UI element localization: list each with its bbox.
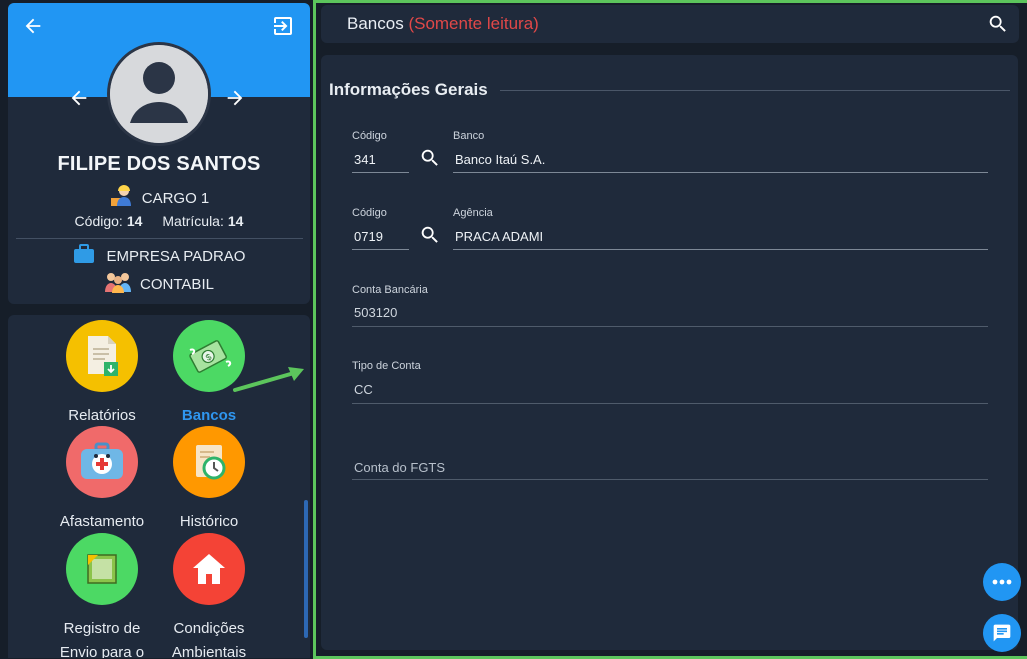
next-profile-arrow-icon[interactable]: [224, 87, 246, 109]
medical-kit-icon: [66, 426, 138, 498]
menu-tile-afastamento[interactable]: Afastamento: [47, 426, 157, 534]
setor-label: CONTABIL: [140, 275, 214, 293]
banco-label: Banco: [453, 130, 485, 142]
profile-card: FILIPE DOS SANTOS CARGO 1 Código: 14 Mat…: [8, 3, 310, 304]
tipo-conta-label: Tipo de Conta: [352, 360, 421, 372]
more-options-button[interactable]: [983, 563, 1021, 601]
page-title-text: Bancos: [347, 14, 404, 33]
agencia-codigo-field[interactable]: 0719: [354, 229, 383, 244]
tipo-conta-field[interactable]: CC: [354, 382, 373, 397]
menu-tile-relatorios[interactable]: Relatórios: [47, 320, 157, 428]
back-arrow-icon[interactable]: [22, 15, 44, 37]
profile-divider: [16, 238, 303, 239]
codigo-label: Código:: [74, 213, 123, 229]
note-icon: [66, 533, 138, 605]
worker-icon: [109, 184, 135, 212]
menu-scrollbar-thumb[interactable]: [304, 500, 308, 638]
banco-underline: [453, 172, 988, 173]
matricula-value: 14: [227, 213, 244, 229]
cargo-label: CARGO 1: [141, 189, 210, 207]
conta-bancaria-label: Conta Bancária: [352, 284, 428, 296]
page-title: Bancos (Somente leitura): [347, 14, 539, 34]
search-icon[interactable]: [987, 13, 1009, 35]
previous-profile-arrow-icon[interactable]: [68, 87, 90, 109]
banco-field[interactable]: Banco Itaú S.A.: [455, 152, 545, 167]
empresa-row: EMPRESA PADRAO: [8, 244, 310, 268]
banco-codigo-underline: [352, 172, 409, 173]
section-divider: [500, 90, 1010, 91]
menu-tile-label: Registro de Envio para o: [59, 620, 145, 658]
search-agencia-icon[interactable]: [419, 224, 441, 246]
conta-fgts-field[interactable]: Conta do FGTS: [354, 460, 445, 475]
menu-tile-label: Condições Ambientais: [171, 620, 247, 658]
empresa-label: EMPRESA PADRAO: [106, 247, 246, 265]
history-icon: [173, 426, 245, 498]
chat-button[interactable]: [983, 614, 1021, 652]
briefcase-icon: [73, 244, 95, 268]
agencia-underline: [453, 249, 988, 250]
avatar: [107, 42, 211, 146]
conta-bancaria-field[interactable]: 503120: [354, 305, 397, 320]
cargo-row: CARGO 1: [8, 184, 310, 212]
home-icon: [173, 533, 245, 605]
agencia-codigo-underline: [352, 249, 409, 250]
readonly-badge: (Somente leitura): [408, 14, 539, 33]
report-icon: [66, 320, 138, 392]
section-title: Informações Gerais: [329, 80, 488, 99]
chat-icon: [993, 624, 1011, 642]
menu-tile-historico[interactable]: Histórico: [154, 426, 264, 534]
content-panel: [321, 55, 1018, 650]
logout-icon[interactable]: [271, 14, 295, 38]
conta-bancaria-underline: [352, 326, 988, 327]
menu-tile-label: Histórico: [179, 513, 239, 530]
agencia-label: Agência: [453, 207, 493, 219]
menu-tile-registro-envio[interactable]: Registro de Envio para o: [47, 533, 157, 658]
agencia-field[interactable]: PRACA ADAMI: [455, 229, 543, 244]
banco-codigo-field[interactable]: 341: [354, 152, 376, 167]
annotation-arrow-icon: [232, 364, 308, 394]
banco-codigo-label: Código: [352, 130, 387, 142]
matricula-label: Matrícula:: [162, 213, 224, 229]
agencia-codigo-label: Código: [352, 207, 387, 219]
search-banco-icon[interactable]: [419, 147, 441, 169]
employee-name: FILIPE DOS SANTOS: [57, 153, 261, 175]
tipo-conta-underline: [352, 403, 988, 404]
menu-tile-label-active: Bancos: [181, 407, 237, 424]
menu-tile-label: Relatórios: [68, 407, 136, 424]
codes-row: Código: 14 Matrícula: 14: [8, 213, 310, 229]
setor-row: CONTABIL: [8, 271, 310, 297]
default-user-icon: [110, 45, 208, 143]
team-icon: [104, 271, 132, 297]
menu-tile-condicoes-ambientais[interactable]: Condições Ambientais: [154, 533, 264, 658]
codigo-value: 14: [126, 213, 143, 229]
menu-tile-label: Afastamento: [59, 513, 145, 530]
more-dots-icon: [992, 579, 1012, 585]
conta-fgts-underline: [352, 479, 988, 480]
